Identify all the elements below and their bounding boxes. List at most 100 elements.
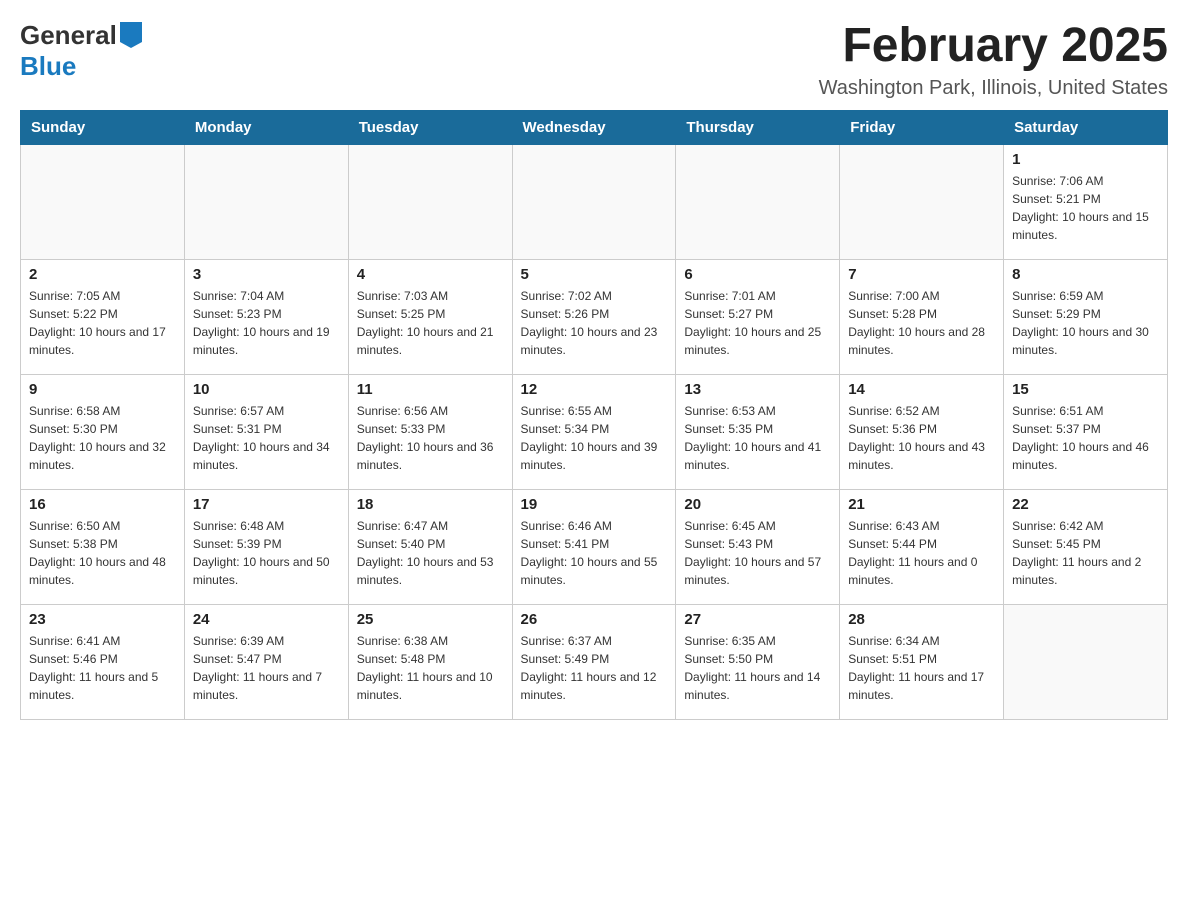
calendar-cell: 24Sunrise: 6:39 AMSunset: 5:47 PMDayligh… [184,604,348,719]
calendar-cell [840,144,1004,259]
calendar-body: 1Sunrise: 7:06 AMSunset: 5:21 PMDaylight… [21,144,1168,719]
col-sunday: Sunday [21,110,185,144]
calendar-table: Sunday Monday Tuesday Wednesday Thursday… [20,110,1168,720]
day-number: 16 [29,496,176,513]
day-info: Sunrise: 6:41 AMSunset: 5:46 PMDaylight:… [29,632,176,704]
day-number: 27 [684,611,831,628]
sunset-text: Sunset: 5:41 PM [521,535,668,553]
sunset-text: Sunset: 5:29 PM [1012,305,1159,323]
day-number: 15 [1012,381,1159,398]
calendar-cell: 27 Sunrise: 6:35 AMSunset: 5:50 PMDayligh… [676,604,840,719]
calendar-cell: 12Sunrise: 6:55 AMSunset: 5:34 PMDayligh… [512,374,676,489]
daylight-text: Daylight: 10 hours and 43 minutes. [848,438,995,474]
sunrise-text: Sunrise: 7:00 AM [848,287,995,305]
sunset-text: Sunset: 5:30 PM [29,420,176,438]
daylight-text: Daylight: 11 hours and 17 minutes. [848,668,995,704]
col-thursday: Thursday [676,110,840,144]
calendar-cell [676,144,840,259]
sunset-text: Sunset: 5:49 PM [521,650,668,668]
sunrise-text: Sunrise: 6:58 AM [29,402,176,420]
day-number: 4 [357,266,504,283]
calendar-cell: 7Sunrise: 7:00 AMSunset: 5:28 PMDaylight… [840,259,1004,374]
sunrise-text: Sunrise: 6:48 AM [193,517,340,535]
day-number: 12 [521,381,668,398]
day-info: Sunrise: 6:58 AMSunset: 5:30 PMDaylight:… [29,402,176,474]
calendar-cell: 16 Sunrise: 6:50 AMSunset: 5:38 PMDayligh… [21,489,185,604]
calendar-cell: 2Sunrise: 7:05 AMSunset: 5:22 PMDaylight… [21,259,185,374]
calendar-cell [512,144,676,259]
calendar-cell: 9Sunrise: 6:58 AMSunset: 5:30 PMDaylight… [21,374,185,489]
day-info: Sunrise: 6:39 AMSunset: 5:47 PMDaylight:… [193,632,340,704]
day-number: 1 [1012,151,1159,168]
day-info: Sunrise: 7:02 AMSunset: 5:26 PMDaylight:… [521,287,668,359]
daylight-text: Daylight: 10 hours and 53 minutes. [357,553,504,589]
sunrise-text: Sunrise: 6:43 AM [848,517,995,535]
calendar-cell: 20Sunrise: 6:45 AMSunset: 5:43 PMDayligh… [676,489,840,604]
sunset-text: Sunset: 5:37 PM [1012,420,1159,438]
daylight-text: Daylight: 10 hours and 23 minutes. [521,323,668,359]
daylight-text: Daylight: 10 hours and 36 minutes. [357,438,504,474]
day-info: Sunrise: 6:57 AMSunset: 5:31 PMDaylight:… [193,402,340,474]
sunrise-text: Sunrise: 6:34 AM [848,632,995,650]
day-number: 3 [193,266,340,283]
col-wednesday: Wednesday [512,110,676,144]
day-number: 6 [684,266,831,283]
day-number: 17 [193,496,340,513]
logo-flag-icon [120,22,142,48]
calendar-week-3: 9Sunrise: 6:58 AMSunset: 5:30 PMDaylight… [21,374,1168,489]
day-info: Sunrise: 6:53 AMSunset: 5:35 PMDaylight:… [684,402,831,474]
day-info: Sunrise: 6:46 AMSunset: 5:41 PMDaylight:… [521,517,668,589]
days-of-week-row: Sunday Monday Tuesday Wednesday Thursday… [21,110,1168,144]
sunset-text: Sunset: 5:43 PM [684,535,831,553]
day-info: Sunrise: 6:42 AMSunset: 5:45 PMDaylight:… [1012,517,1159,589]
daylight-text: Daylight: 11 hours and 14 minutes. [684,668,831,704]
calendar-cell: 14Sunrise: 6:52 AMSunset: 5:36 PMDayligh… [840,374,1004,489]
sunrise-text: Sunrise: 6:59 AM [1012,287,1159,305]
sunset-text: Sunset: 5:33 PM [357,420,504,438]
day-number: 22 [1012,496,1159,513]
day-info: Sunrise: 6:37 AMSunset: 5:49 PMDaylight:… [521,632,668,704]
sunrise-text: Sunrise: 6:42 AM [1012,517,1159,535]
day-info: Sunrise: 6:48 AMSunset: 5:39 PMDaylight:… [193,517,340,589]
day-number: 7 [848,266,995,283]
sunrise-text: Sunrise: 6:39 AM [193,632,340,650]
day-number: 28 [848,611,995,628]
sunset-text: Sunset: 5:50 PM [684,650,831,668]
sunrise-text: Sunrise: 6:51 AM [1012,402,1159,420]
calendar-cell: 1Sunrise: 7:06 AMSunset: 5:21 PMDaylight… [1004,144,1168,259]
col-saturday: Saturday [1004,110,1168,144]
sunrise-text: Sunrise: 7:03 AM [357,287,504,305]
calendar-week-4: 16 Sunrise: 6:50 AMSunset: 5:38 PMDayligh… [21,489,1168,604]
daylight-text: Daylight: 10 hours and 50 minutes. [193,553,340,589]
day-info: Sunrise: 6:34 AMSunset: 5:51 PMDaylight:… [848,632,995,704]
calendar-cell: 26Sunrise: 6:37 AMSunset: 5:49 PMDayligh… [512,604,676,719]
sunset-text: Sunset: 5:26 PM [521,305,668,323]
daylight-text: Daylight: 10 hours and 30 minutes. [1012,323,1159,359]
page-header: General Blue February 2025 Washington Pa… [20,20,1168,100]
logo-general-text: General [20,20,117,51]
calendar-cell [21,144,185,259]
day-info: Sunrise: 6:50 AMSunset: 5:38 PMDaylight:… [29,517,176,589]
daylight-text: Daylight: 11 hours and 0 minutes. [848,553,995,589]
daylight-text: Daylight: 10 hours and 41 minutes. [684,438,831,474]
day-number: 19 [521,496,668,513]
sunset-text: Sunset: 5:31 PM [193,420,340,438]
day-number: 14 [848,381,995,398]
sunset-text: Sunset: 5:39 PM [193,535,340,553]
day-number: 2 [29,266,176,283]
sunrise-text: Sunrise: 6:35 AM [684,632,831,650]
day-info: Sunrise: 6:51 AMSunset: 5:37 PMDaylight:… [1012,402,1159,474]
daylight-text: Daylight: 10 hours and 15 minutes. [1012,208,1159,244]
calendar-cell: 3Sunrise: 7:04 AMSunset: 5:23 PMDaylight… [184,259,348,374]
day-info: Sunrise: 6:59 AMSunset: 5:29 PMDaylight:… [1012,287,1159,359]
day-number: 23 [29,611,176,628]
sunrise-text: Sunrise: 7:01 AM [684,287,831,305]
day-info: Sunrise: 7:01 AMSunset: 5:27 PMDaylight:… [684,287,831,359]
sunrise-text: Sunrise: 7:05 AM [29,287,176,305]
calendar-cell: 13Sunrise: 6:53 AMSunset: 5:35 PMDayligh… [676,374,840,489]
month-title: February 2025 [819,20,1168,73]
day-info: Sunrise: 6:45 AMSunset: 5:43 PMDaylight:… [684,517,831,589]
day-number: 21 [848,496,995,513]
sunset-text: Sunset: 5:46 PM [29,650,176,668]
calendar-cell: 8Sunrise: 6:59 AMSunset: 5:29 PMDaylight… [1004,259,1168,374]
